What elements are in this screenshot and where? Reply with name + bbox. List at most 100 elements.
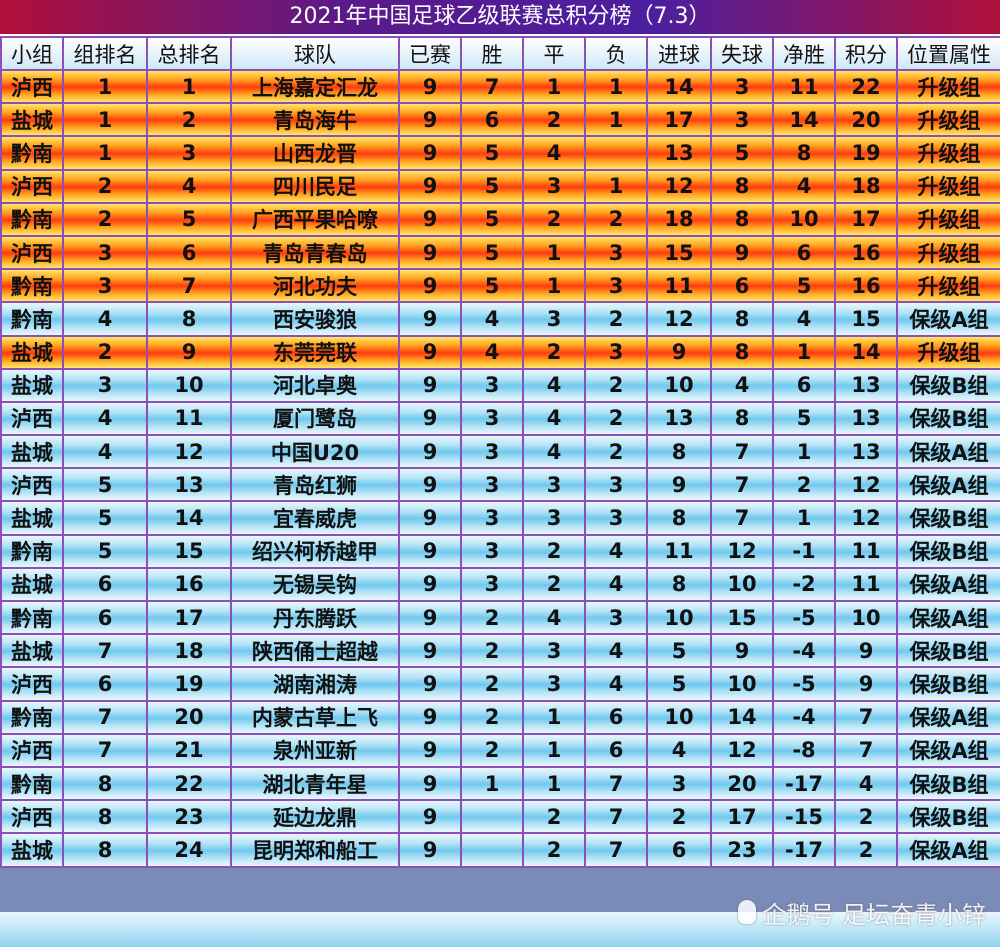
table-row: 黔南 1 3 山西龙晋 9 5 4 13 5 8 19 升级组 — [0, 135, 1000, 171]
cell-lost: 1 — [584, 168, 648, 204]
cell-group-rank: 6 — [62, 599, 148, 636]
cell-team: 无锡吴钩 — [230, 566, 400, 603]
cell-played: 9 — [398, 301, 462, 337]
cell-status: 升级组 — [896, 135, 1000, 171]
cell-points: 9 — [834, 633, 898, 669]
cell-group-rank: 1 — [62, 102, 148, 138]
cell-group-rank: 6 — [62, 666, 148, 702]
table-row: 泸西 5 13 青岛红狮 9 3 3 3 9 7 2 12 保级A组 — [0, 467, 1000, 503]
cell-played: 9 — [398, 234, 462, 271]
cell-drawn: 1 — [522, 732, 586, 768]
cell-overall-rank: 15 — [146, 533, 232, 569]
cell-team: 湖南湘涛 — [230, 666, 400, 702]
cell-group-rank: 5 — [62, 533, 148, 569]
cell-team: 广西平果哈嘹 — [230, 201, 400, 237]
cell-goal-diff: 8 — [772, 135, 836, 171]
cell-played: 9 — [398, 832, 462, 868]
cell-goal-diff: 6 — [772, 367, 836, 403]
cell-status: 保级A组 — [896, 301, 1000, 337]
cell-played: 9 — [398, 633, 462, 669]
header-status: 位置属性 — [896, 36, 1000, 71]
cell-played: 9 — [398, 334, 462, 370]
cell-won: 6 — [460, 102, 524, 138]
cell-group-rank: 1 — [62, 68, 148, 105]
cell-goals-for: 11 — [646, 533, 712, 569]
header-goals-against: 失球 — [710, 36, 774, 71]
cell-goals-for: 13 — [646, 400, 712, 437]
cell-goal-diff: -15 — [772, 799, 836, 835]
cell-won: 4 — [460, 334, 524, 370]
cell-goals-for: 3 — [646, 765, 712, 802]
cell-lost: 3 — [584, 334, 648, 370]
cell-won: 5 — [460, 234, 524, 271]
cell-played: 9 — [398, 765, 462, 802]
cell-lost: 2 — [584, 201, 648, 237]
cell-goals-against: 9 — [710, 633, 774, 669]
cell-overall-rank: 16 — [146, 566, 232, 603]
cell-status: 保级A组 — [896, 467, 1000, 503]
cell-group: 泸西 — [0, 732, 64, 768]
cell-drawn: 1 — [522, 68, 586, 105]
cell-lost: 2 — [584, 301, 648, 337]
cell-status: 保级B组 — [896, 799, 1000, 835]
cell-played: 9 — [398, 500, 462, 536]
cell-points: 2 — [834, 799, 898, 835]
cell-overall-rank: 7 — [146, 268, 232, 304]
cell-played: 9 — [398, 168, 462, 204]
header-overall-rank: 总排名 — [146, 36, 232, 71]
cell-drawn: 2 — [522, 533, 586, 569]
cell-group: 黔南 — [0, 135, 64, 171]
cell-won: 5 — [460, 268, 524, 304]
cell-group-rank: 4 — [62, 400, 148, 437]
cell-team: 青岛海牛 — [230, 102, 400, 138]
cell-points: 20 — [834, 102, 898, 138]
cell-overall-rank: 6 — [146, 234, 232, 271]
cell-goals-for: 9 — [646, 467, 712, 503]
cell-lost: 6 — [584, 732, 648, 768]
table-row: 盐城 4 12 中国U20 9 3 4 2 8 7 1 13 保级A组 — [0, 434, 1000, 470]
cell-status: 保级A组 — [896, 434, 1000, 470]
cell-drawn: 4 — [522, 599, 586, 636]
cell-points: 13 — [834, 367, 898, 403]
cell-goals-against: 15 — [710, 599, 774, 636]
table-row: 盐城 6 16 无锡吴钩 9 3 2 4 8 10 -2 11 保级A组 — [0, 566, 1000, 603]
cell-goal-diff: 11 — [772, 68, 836, 105]
cell-lost: 3 — [584, 234, 648, 271]
cell-overall-rank: 23 — [146, 799, 232, 835]
cell-drawn: 2 — [522, 799, 586, 835]
cell-played: 9 — [398, 533, 462, 569]
cell-won: 1 — [460, 765, 524, 802]
cell-lost: 1 — [584, 68, 648, 105]
cell-goal-diff: -8 — [772, 732, 836, 768]
cell-won: 3 — [460, 400, 524, 437]
cell-overall-rank: 21 — [146, 732, 232, 768]
cell-status: 升级组 — [896, 201, 1000, 237]
cell-goals-for: 11 — [646, 268, 712, 304]
cell-team: 青岛红狮 — [230, 467, 400, 503]
header-group-rank: 组排名 — [62, 36, 148, 71]
cell-drawn: 1 — [522, 699, 586, 735]
cell-lost: 7 — [584, 799, 648, 835]
cell-drawn: 2 — [522, 832, 586, 868]
cell-goal-diff: -4 — [772, 633, 836, 669]
cell-team: 绍兴柯桥越甲 — [230, 533, 400, 569]
cell-lost: 7 — [584, 832, 648, 868]
table-row: 泸西 7 21 泉州亚新 9 2 1 6 4 12 -8 7 保级A组 — [0, 732, 1000, 768]
cell-goal-diff: -17 — [772, 765, 836, 802]
cell-won: 2 — [460, 599, 524, 636]
cell-group-rank: 2 — [62, 334, 148, 370]
cell-group-rank: 7 — [62, 732, 148, 768]
cell-goals-against: 8 — [710, 400, 774, 437]
cell-team: 东莞莞联 — [230, 334, 400, 370]
cell-overall-rank: 10 — [146, 367, 232, 403]
cell-points: 15 — [834, 301, 898, 337]
cell-group-rank: 2 — [62, 168, 148, 204]
cell-group-rank: 5 — [62, 467, 148, 503]
cell-status: 升级组 — [896, 168, 1000, 204]
cell-goals-against: 12 — [710, 732, 774, 768]
cell-goals-for: 8 — [646, 434, 712, 470]
watermark: 企鹅号 足坛奋青小锌 — [738, 892, 986, 932]
cell-lost: 2 — [584, 434, 648, 470]
cell-drawn: 2 — [522, 566, 586, 603]
cell-group: 泸西 — [0, 799, 64, 835]
